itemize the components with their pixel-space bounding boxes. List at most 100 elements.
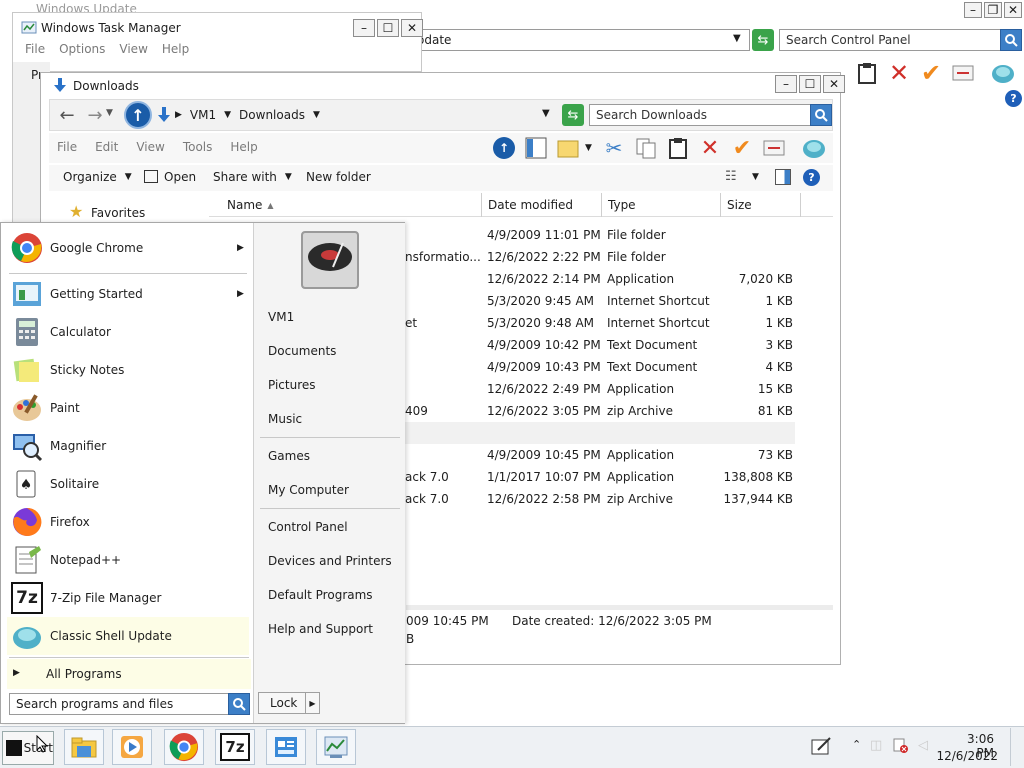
start-item-notepadpp[interactable]: Notepad++ (7, 541, 249, 579)
forward-arrow-icon[interactable]: → (84, 104, 106, 126)
column-type[interactable]: Type (602, 193, 721, 217)
task-manager-maximize-button[interactable]: ☐ (377, 19, 399, 37)
task-manager-menu-options[interactable]: Options (59, 42, 105, 56)
share-with-button[interactable]: Share with ▼ (213, 170, 292, 184)
start-search-button[interactable] (228, 693, 250, 715)
task-manager-close-button[interactable]: ✕ (401, 19, 423, 37)
organize-button[interactable]: Organize ▼ (63, 170, 132, 184)
start-item-7zip[interactable]: 7z 7-Zip File Manager (7, 579, 249, 617)
up-folder-icon[interactable]: ↑ (124, 101, 152, 129)
nav-favorites[interactable]: Favorites (91, 206, 145, 220)
explorer-menu-view[interactable]: View (136, 140, 164, 154)
file-row[interactable]: 12/6/2022 2:49 PM Application 15 KB (405, 378, 795, 400)
breadcrumb-vm1[interactable]: VM1 (190, 108, 216, 122)
task-manager-menu-help[interactable]: Help (162, 42, 189, 56)
start-item-google-chrome[interactable]: Google Chrome ▶ (7, 229, 249, 267)
task-manager-menu-file[interactable]: File (25, 42, 45, 56)
explorer-delete-icon[interactable]: ✕ (697, 135, 723, 161)
explorer-menu-file[interactable]: File (57, 140, 77, 154)
start-item-solitaire[interactable]: ♠ Solitaire (7, 465, 249, 503)
refresh-icon[interactable]: ⇆ (752, 29, 774, 51)
breadcrumb-vm1-dropdown-icon[interactable]: ▼ (224, 110, 231, 120)
start-right-control-panel[interactable]: Control Panel (268, 520, 348, 534)
preview-toggle-icon[interactable] (775, 169, 791, 185)
paste-icon[interactable] (854, 60, 880, 86)
user-picture[interactable] (301, 231, 359, 289)
control-panel-close-button[interactable]: ✕ (1004, 2, 1022, 18)
explorer-menu-tools[interactable]: Tools (183, 140, 213, 154)
open-button[interactable]: Open (144, 170, 196, 184)
column-date-modified[interactable]: Date modified (482, 193, 602, 217)
lock-button[interactable]: Lock ▶ (258, 692, 320, 714)
column-name[interactable]: Name ▲ (209, 193, 482, 217)
breadcrumb-downloads[interactable]: Downloads (239, 108, 305, 122)
preview-pane-icon[interactable] (523, 135, 549, 161)
start-right-documents[interactable]: Documents (268, 344, 336, 358)
control-panel-search-button[interactable] (1000, 29, 1022, 51)
file-row[interactable]: 4/9/2009 10:45 PM Application 73 KB (405, 444, 795, 466)
breadcrumb-downloads-dropdown-icon[interactable]: ▼ (313, 110, 320, 120)
explorer-menu-help[interactable]: Help (230, 140, 257, 154)
start-right-help-support[interactable]: Help and Support (268, 622, 373, 636)
explorer-properties-icon[interactable] (761, 135, 787, 161)
tray-volume-icon[interactable]: ◁ (918, 738, 928, 753)
start-item-classic-shell-update[interactable]: Classic Shell Update (7, 617, 249, 655)
control-panel-maximize-button[interactable]: ❐ (984, 2, 1002, 18)
start-item-magnifier[interactable]: Magnifier (7, 427, 249, 465)
check-icon[interactable]: ✔ (918, 59, 944, 87)
explorer-minimize-button[interactable]: – (775, 75, 797, 93)
tray-network-icon[interactable]: ◫ (870, 738, 882, 753)
new-folder-button[interactable]: New folder (306, 170, 371, 184)
start-right-my-computer[interactable]: My Computer (268, 483, 349, 497)
start-search-input[interactable]: Search programs and files (9, 693, 229, 715)
all-programs-button[interactable]: ▶ All Programs (7, 659, 251, 689)
start-item-firefox[interactable]: Firefox (7, 503, 249, 541)
start-right-music[interactable]: Music (268, 412, 302, 426)
start-item-sticky-notes[interactable]: Sticky Notes (7, 351, 249, 389)
column-size[interactable]: Size (721, 193, 801, 217)
explorer-close-button[interactable]: ✕ (823, 75, 845, 93)
explorer-up-icon[interactable]: ↑ (491, 135, 517, 161)
action-center-icon[interactable] (810, 736, 832, 759)
explorer-maximize-button[interactable]: ☐ (799, 75, 821, 93)
file-row[interactable]: et 5/3/2020 9:48 AM Internet Shortcut 1 KB (405, 312, 795, 334)
show-desktop-button[interactable] (1010, 728, 1022, 766)
explorer-search-button[interactable] (810, 104, 832, 126)
file-row[interactable]: 4/9/2009 10:42 PM Text Document 3 KB (405, 334, 795, 356)
start-right-devices-printers[interactable]: Devices and Printers (268, 554, 392, 568)
classic-shell-icon[interactable] (990, 60, 1016, 86)
task-manager-menu-view[interactable]: View (119, 42, 147, 56)
back-arrow-icon[interactable]: ← (56, 104, 78, 126)
file-row[interactable]: 12/6/2022 2:14 PM Application 7,020 KB (405, 268, 795, 290)
file-row[interactable]: ack 7.0 1/1/2017 10:07 PM Application 138,8… (405, 466, 795, 488)
start-right-default-programs[interactable]: Default Programs (268, 588, 373, 602)
lock-options-arrow-icon[interactable]: ▶ (305, 693, 319, 713)
taskbar-control-panel[interactable] (266, 729, 306, 765)
properties-icon[interactable] (950, 60, 976, 86)
view-options-dropdown-icon[interactable]: ▼ (752, 172, 759, 182)
folder-options-icon[interactable] (555, 135, 581, 161)
delete-icon[interactable]: ✕ (886, 59, 912, 87)
start-right-vm1[interactable]: VM1 (268, 310, 294, 324)
cut-icon[interactable]: ✂ (601, 135, 627, 161)
control-panel-address-bar[interactable]: odate (410, 29, 750, 51)
file-row[interactable]: 4/9/2009 10:43 PM Text Document 4 KB (405, 356, 795, 378)
explorer-search-input[interactable]: Search Downloads (589, 104, 811, 126)
file-row-selected[interactable] (405, 422, 795, 444)
explorer-paste-icon[interactable] (665, 135, 691, 161)
start-item-getting-started[interactable]: Getting Started ▶ (7, 275, 249, 313)
tray-error-icon[interactable] (893, 738, 909, 757)
file-row[interactable]: 5/3/2020 9:45 AM Internet Shortcut 1 KB (405, 290, 795, 312)
control-panel-minimize-button[interactable]: – (964, 2, 982, 18)
taskbar-media-player[interactable] (112, 729, 152, 765)
explorer-help-icon[interactable]: ? (803, 169, 820, 186)
control-panel-search-input[interactable]: Search Control Panel (779, 29, 1001, 51)
file-row[interactable]: 4/9/2009 11:01 PM File folder (405, 224, 795, 246)
taskbar-task-manager[interactable] (316, 729, 356, 765)
explorer-check-icon[interactable]: ✔ (729, 135, 755, 161)
tray-overflow-icon[interactable]: ⌃ (852, 738, 861, 751)
explorer-menu-edit[interactable]: Edit (95, 140, 118, 154)
control-panel-address-dropdown-icon[interactable]: ▼ (733, 33, 741, 44)
taskbar-chrome[interactable] (164, 729, 204, 765)
start-right-pictures[interactable]: Pictures (268, 378, 316, 392)
